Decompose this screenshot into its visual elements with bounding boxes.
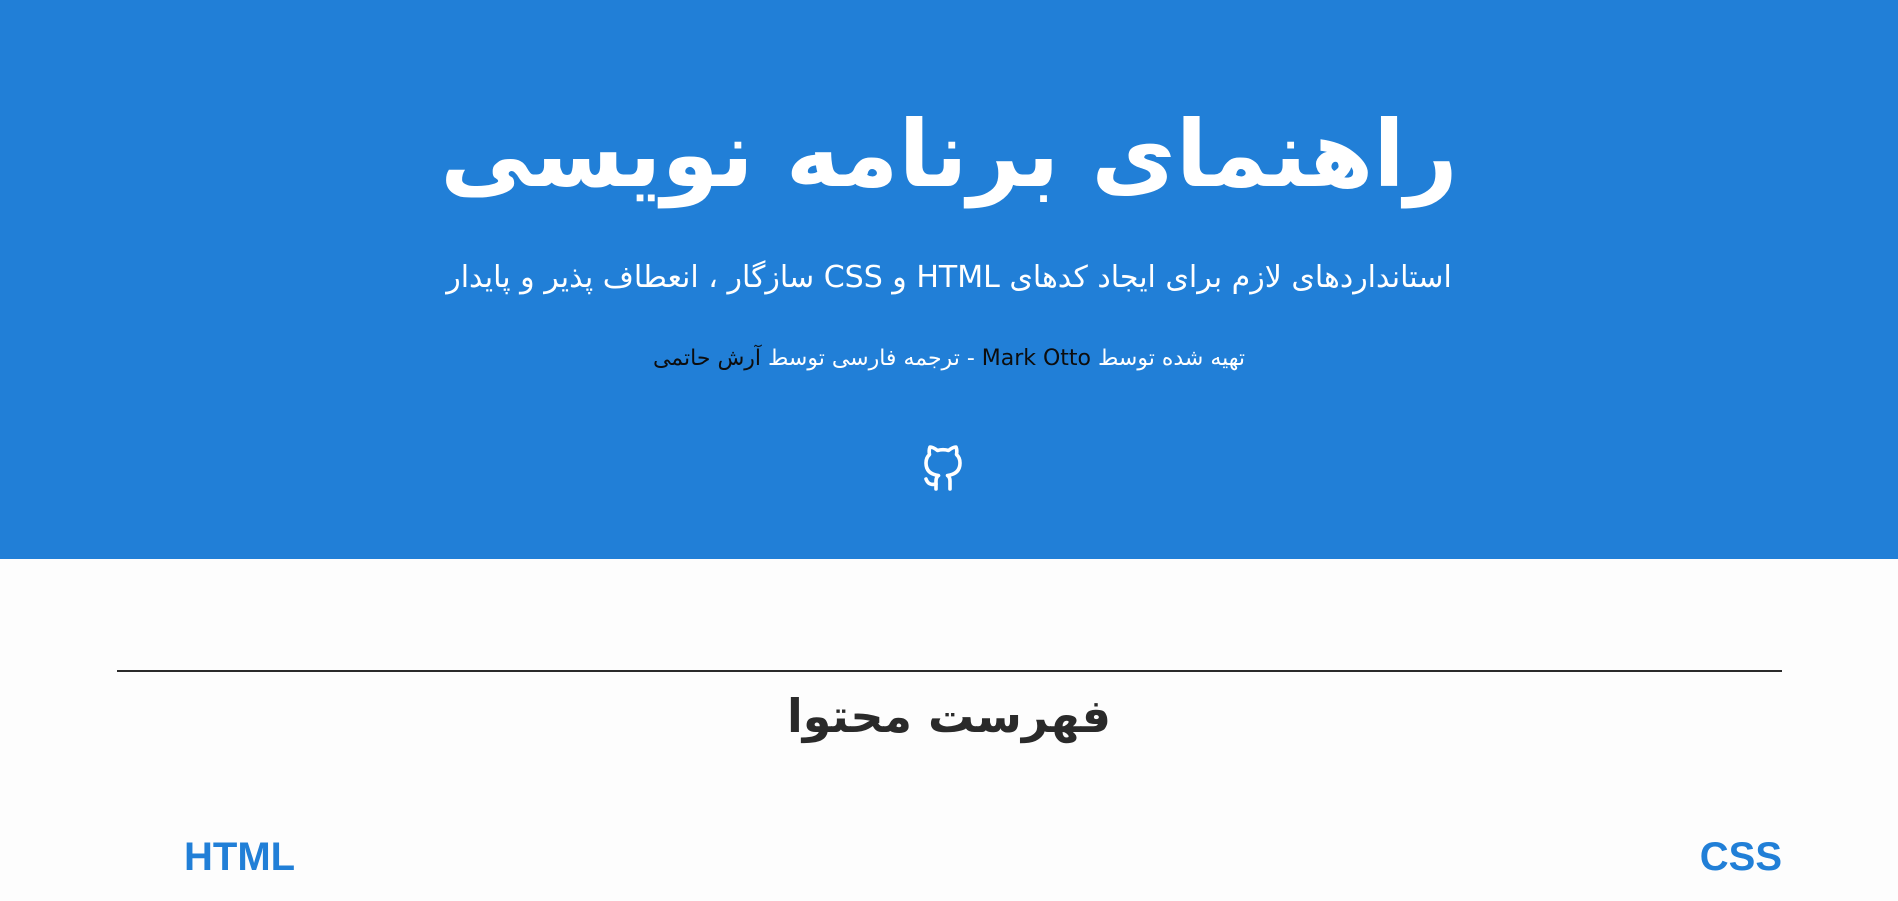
toc-link-css[interactable]: CSS bbox=[1700, 832, 1782, 882]
credits-middle: - ترجمه فارسی توسط bbox=[761, 346, 982, 371]
page-subtitle: استانداردهای لازم برای ایجاد کدهای HTML … bbox=[446, 260, 1452, 295]
author-link[interactable]: Mark Otto bbox=[982, 346, 1091, 371]
github-link[interactable] bbox=[922, 445, 964, 491]
toc-heading: فهرست محتوا bbox=[786, 689, 1112, 743]
toc-link-html[interactable]: HTML bbox=[184, 832, 295, 882]
credits-line: تهیه شده توسط Mark Otto - ترجمه فارسی تو… bbox=[0, 344, 1898, 374]
hero-banner: راهنمای برنامه نویسی استانداردهای لازم ب… bbox=[0, 0, 1898, 559]
credits-prefix: تهیه شده توسط bbox=[1091, 346, 1246, 371]
page-title: راهنمای برنامه نویسی bbox=[440, 101, 1458, 208]
translator-link[interactable]: آرش حاتمی bbox=[653, 346, 761, 371]
section-divider bbox=[117, 670, 1782, 672]
github-icon bbox=[924, 445, 962, 491]
